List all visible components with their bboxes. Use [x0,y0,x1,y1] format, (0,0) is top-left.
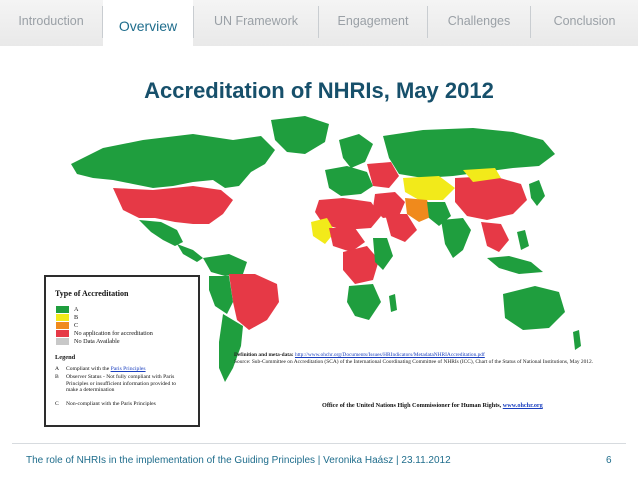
map-central-america [177,244,203,262]
top-navigation: Introduction Overview UN Framework Engag… [0,0,638,46]
map-central-africa [343,246,379,284]
legend-definition-c: C Non-compliant with the Paris Principles [55,401,193,408]
office-credit: Office of the United Nations High Commis… [322,402,543,409]
map-central-asia [403,176,455,200]
map-australia [503,286,565,330]
legend-label-a: A [74,306,79,313]
metadata-link[interactable]: http://www.ohchr.org/Documents/Issues/HR… [295,352,485,358]
map-peru-bolivia [209,276,233,314]
slide-title: Accreditation of NHRIs, May 2012 [144,78,494,103]
ohchr-link[interactable]: www.ohchr.org [503,402,543,409]
map-argentina-chile [219,314,243,382]
legend-definition-a: A Compliant with the Paris Principles [55,366,193,373]
metadata-label: Definition and meta-data: [234,352,294,358]
definition-text: Observer Status - Not fully compliant wi… [66,374,177,394]
map-scandinavia [339,134,373,168]
office-text: Office of the United Nations High Commis… [322,402,502,409]
source-line: Source: Sub-Committee on Accreditation (… [234,359,594,365]
metadata-line: Definition and meta-data: http://www.ohc… [234,352,594,359]
legend-label-c: C [74,322,79,329]
tab-engagement[interactable]: Engagement [319,0,427,40]
definition-key: A [55,366,60,372]
map-india [441,218,471,258]
map-legend: Type of Accreditation A B C No applicati… [44,275,200,427]
legend-swatch-none [56,330,69,337]
definition-text: Non-compliant with the Paris Principles [66,401,156,407]
map-western-europe [325,166,373,196]
paris-principles-link[interactable]: Paris Principles [111,366,146,372]
definition-key: C [55,401,59,407]
tab-conclusion[interactable]: Conclusion [531,0,638,40]
tab-un-framework[interactable]: UN Framework [194,0,318,40]
map-arabia [385,214,417,242]
tab-label: Overview [118,18,178,34]
tab-challenges[interactable]: Challenges [428,0,530,40]
legend-swatch-b [56,314,69,321]
map-indonesia [487,256,543,274]
map-greenland [271,116,329,154]
tab-label: Challenges [447,14,511,28]
map-korea-japan [529,180,545,206]
legend-title: Type of Accreditation [55,289,129,298]
tab-overview[interactable]: Overview [103,0,193,46]
footer-divider [12,443,626,444]
map-southeast-asia [481,222,509,252]
map-southern-africa [347,284,381,320]
legend-swatch-a [56,306,69,313]
map-canada [71,134,275,188]
map-mexico [139,220,183,246]
map-new-zealand [573,330,581,350]
tab-introduction[interactable]: Introduction [0,0,102,40]
definition-text: Compliant with the [66,366,111,372]
map-colombia-venezuela [203,254,247,276]
tab-label: Engagement [337,14,409,28]
legend-subtitle: Legend [55,354,76,361]
page-number: 6 [606,455,612,466]
map-china [455,176,527,220]
legend-label-b: B [74,314,79,321]
legend-swatch-no-data [56,338,69,345]
tab-label: Introduction [18,14,84,28]
map-brazil [229,274,279,330]
map-usa [113,186,233,224]
legend-swatch-c [56,322,69,329]
legend-label-no-data: No Data Available [74,338,120,345]
definition-key: B [55,374,59,380]
legend-label-none: No application for accreditation [74,330,153,337]
map-metadata: Definition and meta-data: http://www.ohc… [234,352,594,366]
tab-label: UN Framework [213,14,299,28]
map-philippines [517,230,529,250]
legend-definition-b: B Observer Status - Not fully compliant w… [55,374,183,394]
tab-label: Conclusion [553,14,616,28]
footer-text: The role of NHRIs in the implementation … [26,455,451,466]
map-madagascar [389,294,397,312]
